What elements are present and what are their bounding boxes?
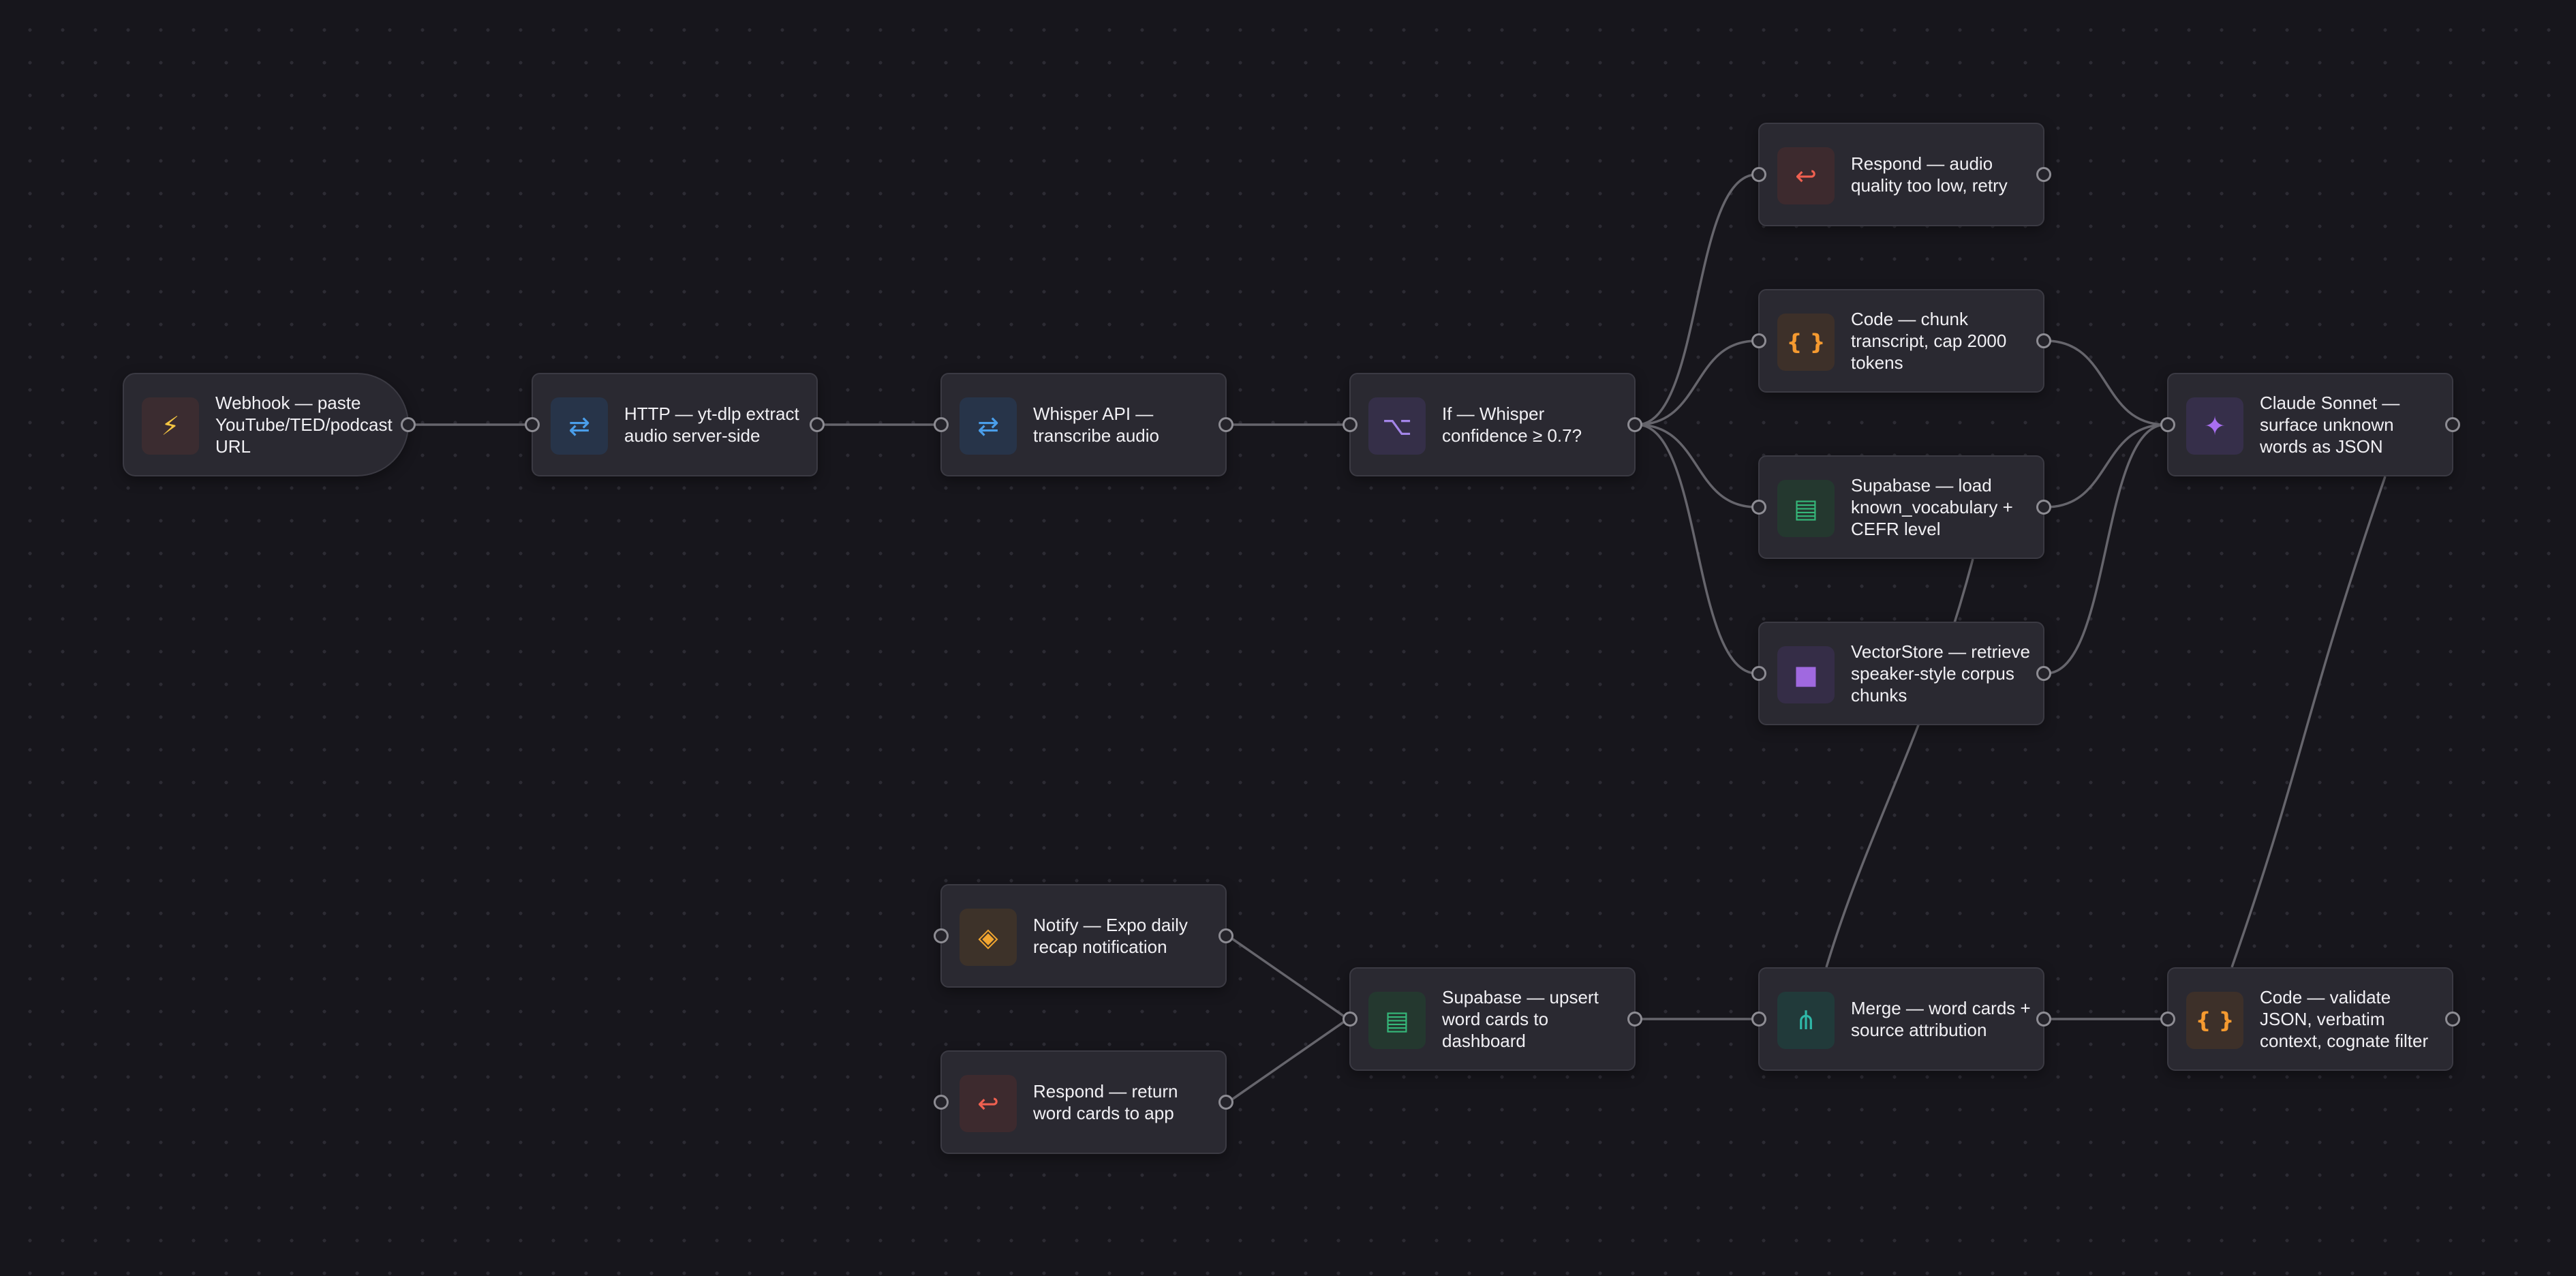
edge-supabase-load-to-merge bbox=[1825, 558, 1974, 968]
node-label: Webhook — paste YouTube/TED/podcast URL bbox=[215, 393, 393, 457]
node-label: Claude Sonnet — surface unknown words as… bbox=[2260, 393, 2400, 457]
input-port[interactable] bbox=[1751, 500, 1766, 515]
lightning-icon: ⚡ bbox=[142, 397, 199, 455]
node-if[interactable]: ⌥ If — Whisper confidence ≥ 0.7? bbox=[1343, 373, 1642, 476]
output-port[interactable] bbox=[2036, 1012, 2051, 1027]
vector-cube-icon: ■ bbox=[1777, 646, 1835, 703]
node-label: Merge — word cards + source attribution bbox=[1851, 998, 2031, 1040]
return-arrow-icon: ↩ bbox=[960, 1075, 1017, 1132]
database-icon: ▤ bbox=[1777, 480, 1835, 537]
output-port[interactable] bbox=[2445, 1012, 2460, 1027]
merge-icon: ⋔ bbox=[1777, 992, 1835, 1049]
output-port[interactable] bbox=[1218, 1095, 1233, 1110]
input-port[interactable] bbox=[2160, 1012, 2175, 1027]
branch-icon: ⌥ bbox=[1368, 397, 1426, 455]
input-port[interactable] bbox=[1751, 333, 1766, 348]
node-notify[interactable]: ◈ Notify — Expo daily recap notification bbox=[934, 884, 1233, 988]
node-supabase-upsert[interactable]: ▤ Supabase — upsert word cards to dashboa… bbox=[1343, 967, 1642, 1071]
edge-supabase-upsert-to-notify bbox=[1227, 935, 1349, 1020]
output-port[interactable] bbox=[2036, 167, 2051, 182]
edge-if-to-code-chunk bbox=[1636, 339, 1758, 426]
node-whisper[interactable]: ⇄ Whisper API — transcribe audio bbox=[934, 373, 1233, 476]
swap-arrows-icon: ⇄ bbox=[960, 397, 1017, 455]
node-label: If — Whisper confidence ≥ 0.7? bbox=[1442, 404, 1582, 446]
node-label: Notify — Expo daily recap notification bbox=[1033, 915, 1188, 957]
output-port[interactable] bbox=[810, 417, 825, 432]
edge-claude-to-code-validate bbox=[2230, 476, 2387, 968]
database-icon: ▤ bbox=[1368, 992, 1426, 1049]
node-respond-low[interactable]: ↩ Respond — audio quality too low, retry bbox=[1751, 123, 2051, 226]
input-port[interactable] bbox=[1751, 1012, 1766, 1027]
node-vectorstore[interactable]: ■ VectorStore — retrieve speaker-style co… bbox=[1751, 622, 2051, 725]
node-code-chunk[interactable]: { } Code — chunk transcript, cap 2000 tok… bbox=[1751, 289, 2051, 393]
node-respond-return[interactable]: ↩ Respond — return word cards to app bbox=[934, 1050, 1233, 1154]
diamond-icon: ◈ bbox=[960, 909, 1017, 966]
node-supabase-load[interactable]: ▤ Supabase — load known_vocabulary + CEFR… bbox=[1751, 455, 2051, 559]
return-arrow-icon: ↩ bbox=[1777, 147, 1835, 204]
edge-if-to-respond-low bbox=[1636, 173, 1758, 426]
node-label: Code — chunk transcript, cap 2000 tokens bbox=[1851, 309, 2007, 373]
input-port[interactable] bbox=[2160, 417, 2175, 432]
edge-if-to-supabase-load bbox=[1636, 423, 1758, 508]
node-code-validate[interactable]: { } Code — validate JSON, verbatim contex… bbox=[2160, 967, 2460, 1071]
output-port[interactable] bbox=[1627, 417, 1642, 432]
node-label: Respond — return word cards to app bbox=[1033, 1081, 1178, 1123]
output-port[interactable] bbox=[2036, 500, 2051, 515]
input-port[interactable] bbox=[525, 417, 540, 432]
swap-arrows-icon: ⇄ bbox=[551, 397, 608, 455]
output-port[interactable] bbox=[1627, 1012, 1642, 1027]
node-webhook[interactable]: ⚡ Webhook — paste YouTube/TED/podcast URL bbox=[123, 373, 416, 476]
output-port[interactable] bbox=[2445, 417, 2460, 432]
node-http[interactable]: ⇄ HTTP — yt-dlp extract audio server-side bbox=[525, 373, 825, 476]
connections-layer bbox=[410, 173, 2387, 1104]
sparkle-icon: ✦ bbox=[2186, 397, 2243, 455]
input-port[interactable] bbox=[934, 1095, 949, 1110]
input-port[interactable] bbox=[1751, 666, 1766, 681]
code-braces-icon: { } bbox=[2186, 992, 2243, 1049]
output-port[interactable] bbox=[1218, 928, 1233, 943]
edge-code-chunk-to-claude bbox=[2045, 339, 2166, 426]
input-port[interactable] bbox=[934, 417, 949, 432]
input-port[interactable] bbox=[1343, 417, 1358, 432]
node-label: Respond — audio quality too low, retry bbox=[1851, 153, 2008, 196]
edge-if-to-vectorstore bbox=[1636, 423, 1758, 675]
output-port[interactable] bbox=[2036, 333, 2051, 348]
node-label: HTTP — yt-dlp extract audio server-side bbox=[624, 404, 799, 446]
edge-vectorstore-to-claude bbox=[2045, 423, 2166, 675]
input-port[interactable] bbox=[934, 928, 949, 943]
output-port[interactable] bbox=[2036, 666, 2051, 681]
node-label: Code — validate JSON, verbatim context, … bbox=[2260, 987, 2429, 1051]
node-merge[interactable]: ⋔ Merge — word cards + source attribution bbox=[1751, 967, 2051, 1071]
code-braces-icon: { } bbox=[1777, 314, 1835, 371]
node-label: VectorStore — retrieve speaker-style cor… bbox=[1851, 641, 2030, 705]
input-port[interactable] bbox=[1751, 167, 1766, 182]
output-port[interactable] bbox=[1218, 417, 1233, 432]
node-label: Supabase — load known_vocabulary + CEFR … bbox=[1851, 475, 2013, 539]
workflow-canvas[interactable]: ⚡ Webhook — paste YouTube/TED/podcast URL… bbox=[0, 0, 2576, 1276]
edge-supabase-upsert-to-respond-return bbox=[1227, 1018, 1349, 1104]
node-label: Supabase — upsert word cards to dashboar… bbox=[1442, 987, 1599, 1051]
output-port[interactable] bbox=[401, 417, 416, 432]
edge-supabase-load-to-claude bbox=[2045, 423, 2166, 508]
node-label: Whisper API — transcribe audio bbox=[1033, 404, 1159, 446]
node-claude[interactable]: ✦ Claude Sonnet — surface unknown words a… bbox=[2160, 373, 2460, 476]
input-port[interactable] bbox=[1343, 1012, 1358, 1027]
